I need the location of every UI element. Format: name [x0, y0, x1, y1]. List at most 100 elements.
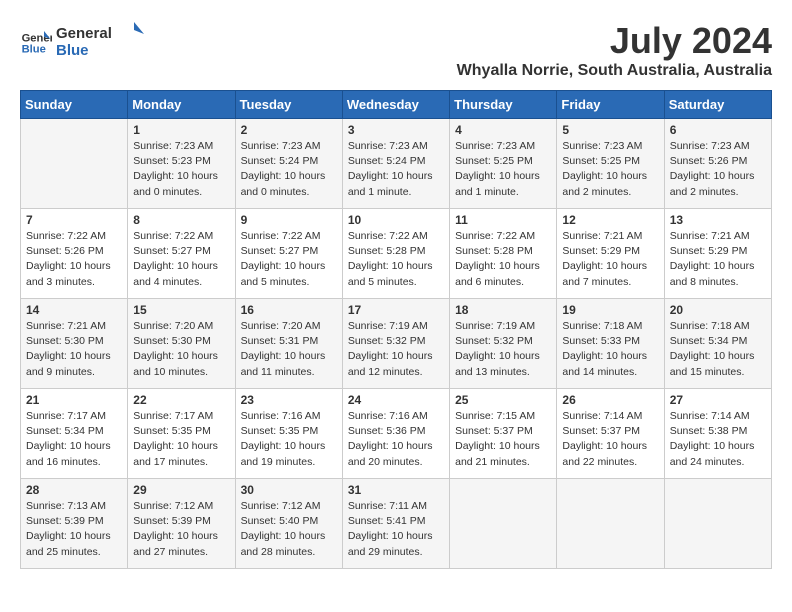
day-number: 5 [562, 123, 658, 137]
day-number: 6 [670, 123, 766, 137]
day-info: Sunrise: 7:20 AMSunset: 5:30 PMDaylight:… [133, 319, 229, 380]
calendar-cell: 29 Sunrise: 7:12 AMSunset: 5:39 PMDayligh… [128, 479, 235, 569]
calendar-cell: 1 Sunrise: 7:23 AMSunset: 5:23 PMDaylight… [128, 119, 235, 209]
day-number: 15 [133, 303, 229, 317]
day-info: Sunrise: 7:21 AMSunset: 5:29 PMDaylight:… [670, 229, 766, 290]
calendar-cell [21, 119, 128, 209]
calendar-day-header: Thursday [450, 91, 557, 119]
svg-text:Blue: Blue [56, 42, 89, 59]
calendar-cell: 10Sunrise: 7:22 AMSunset: 5:28 PMDayligh… [342, 209, 449, 299]
day-info: Sunrise: 7:12 AMSunset: 5:39 PMDaylight:… [133, 499, 229, 560]
day-number: 13 [670, 213, 766, 227]
calendar-table: SundayMondayTuesdayWednesdayThursdayFrid… [20, 90, 772, 569]
day-info: Sunrise: 7:13 AMSunset: 5:39 PMDaylight:… [26, 499, 122, 560]
calendar-week-row: 14 Sunrise: 7:21 AMSunset: 5:30 PMDayligh… [21, 299, 772, 389]
calendar-day-header: Tuesday [235, 91, 342, 119]
calendar-day-header: Monday [128, 91, 235, 119]
day-number: 28 [26, 483, 122, 497]
day-info: Sunrise: 7:19 AMSunset: 5:32 PMDaylight:… [455, 319, 551, 380]
day-info: Sunrise: 7:17 AMSunset: 5:35 PMDaylight:… [133, 409, 229, 470]
calendar-cell: 8 Sunrise: 7:22 AMSunset: 5:27 PMDaylight… [128, 209, 235, 299]
calendar-cell: 6Sunrise: 7:23 AMSunset: 5:26 PMDaylight… [664, 119, 771, 209]
day-number: 3 [348, 123, 444, 137]
day-number: 21 [26, 393, 122, 407]
subtitle: Whyalla Norrie, South Australia, Austral… [457, 62, 772, 80]
day-info: Sunrise: 7:23 AMSunset: 5:25 PMDaylight:… [455, 139, 551, 200]
day-info: Sunrise: 7:22 AMSunset: 5:26 PMDaylight:… [26, 229, 122, 290]
day-number: 26 [562, 393, 658, 407]
calendar-cell: 18Sunrise: 7:19 AMSunset: 5:32 PMDayligh… [450, 299, 557, 389]
calendar-cell: 9 Sunrise: 7:22 AMSunset: 5:27 PMDaylight… [235, 209, 342, 299]
day-info: Sunrise: 7:23 AMSunset: 5:23 PMDaylight:… [133, 139, 229, 200]
day-number: 7 [26, 213, 122, 227]
day-number: 24 [348, 393, 444, 407]
day-info: Sunrise: 7:16 AMSunset: 5:36 PMDaylight:… [348, 409, 444, 470]
day-info: Sunrise: 7:23 AMSunset: 5:24 PMDaylight:… [241, 139, 337, 200]
day-number: 2 [241, 123, 337, 137]
day-number: 23 [241, 393, 337, 407]
calendar-cell: 21Sunrise: 7:17 AMSunset: 5:34 PMDayligh… [21, 389, 128, 479]
day-number: 25 [455, 393, 551, 407]
calendar-cell: 13 Sunrise: 7:21 AMSunset: 5:29 PMDayligh… [664, 209, 771, 299]
day-number: 20 [670, 303, 766, 317]
day-number: 4 [455, 123, 551, 137]
calendar-day-header: Saturday [664, 91, 771, 119]
calendar-week-row: 1 Sunrise: 7:23 AMSunset: 5:23 PMDaylight… [21, 119, 772, 209]
calendar-cell: 2 Sunrise: 7:23 AMSunset: 5:24 PMDaylight… [235, 119, 342, 209]
day-number: 16 [241, 303, 337, 317]
day-number: 22 [133, 393, 229, 407]
calendar-day-header: Friday [557, 91, 664, 119]
calendar-cell: 25Sunrise: 7:15 AMSunset: 5:37 PMDayligh… [450, 389, 557, 479]
day-number: 11 [455, 213, 551, 227]
calendar-cell: 30 Sunrise: 7:12 AMSunset: 5:40 PMDayligh… [235, 479, 342, 569]
day-number: 30 [241, 483, 337, 497]
calendar-week-row: 7 Sunrise: 7:22 AMSunset: 5:26 PMDaylight… [21, 209, 772, 299]
calendar-week-row: 28 Sunrise: 7:13 AMSunset: 5:39 PMDayligh… [21, 479, 772, 569]
day-number: 9 [241, 213, 337, 227]
calendar-cell: 12 Sunrise: 7:21 AMSunset: 5:29 PMDayligh… [557, 209, 664, 299]
day-info: Sunrise: 7:23 AMSunset: 5:24 PMDaylight:… [348, 139, 444, 200]
day-info: Sunrise: 7:21 AMSunset: 5:29 PMDaylight:… [562, 229, 658, 290]
day-number: 8 [133, 213, 229, 227]
day-number: 14 [26, 303, 122, 317]
day-info: Sunrise: 7:14 AMSunset: 5:38 PMDaylight:… [670, 409, 766, 470]
day-info: Sunrise: 7:22 AMSunset: 5:28 PMDaylight:… [455, 229, 551, 290]
calendar-cell: 7 Sunrise: 7:22 AMSunset: 5:26 PMDaylight… [21, 209, 128, 299]
day-info: Sunrise: 7:21 AMSunset: 5:30 PMDaylight:… [26, 319, 122, 380]
day-number: 1 [133, 123, 229, 137]
calendar-cell: 27 Sunrise: 7:14 AMSunset: 5:38 PMDayligh… [664, 389, 771, 479]
title-block: July 2024 Whyalla Norrie, South Australi… [457, 20, 772, 80]
day-number: 29 [133, 483, 229, 497]
calendar-cell: 16 Sunrise: 7:20 AMSunset: 5:31 PMDayligh… [235, 299, 342, 389]
calendar-cell: 22 Sunrise: 7:17 AMSunset: 5:35 PMDayligh… [128, 389, 235, 479]
calendar-cell: 26Sunrise: 7:14 AMSunset: 5:37 PMDayligh… [557, 389, 664, 479]
calendar-cell: 31Sunrise: 7:11 AMSunset: 5:41 PMDayligh… [342, 479, 449, 569]
calendar-cell [450, 479, 557, 569]
day-info: Sunrise: 7:18 AMSunset: 5:34 PMDaylight:… [670, 319, 766, 380]
calendar-cell: 3 Sunrise: 7:23 AMSunset: 5:24 PMDaylight… [342, 119, 449, 209]
day-info: Sunrise: 7:22 AMSunset: 5:27 PMDaylight:… [133, 229, 229, 290]
day-info: Sunrise: 7:22 AMSunset: 5:27 PMDaylight:… [241, 229, 337, 290]
calendar-week-row: 21Sunrise: 7:17 AMSunset: 5:34 PMDayligh… [21, 389, 772, 479]
calendar-cell: 17Sunrise: 7:19 AMSunset: 5:32 PMDayligh… [342, 299, 449, 389]
calendar-day-header: Wednesday [342, 91, 449, 119]
logo: General Blue General Blue [20, 20, 146, 65]
calendar-header-row: SundayMondayTuesdayWednesdayThursdayFrid… [21, 91, 772, 119]
calendar-cell: 5Sunrise: 7:23 AMSunset: 5:25 PMDaylight… [557, 119, 664, 209]
svg-text:Blue: Blue [22, 43, 46, 55]
calendar-cell: 20 Sunrise: 7:18 AMSunset: 5:34 PMDayligh… [664, 299, 771, 389]
logo-text: General Blue [56, 20, 146, 65]
day-number: 12 [562, 213, 658, 227]
day-number: 27 [670, 393, 766, 407]
calendar-day-header: Sunday [21, 91, 128, 119]
calendar-cell [664, 479, 771, 569]
day-info: Sunrise: 7:12 AMSunset: 5:40 PMDaylight:… [241, 499, 337, 560]
svg-text:General: General [22, 32, 52, 44]
calendar-cell: 14 Sunrise: 7:21 AMSunset: 5:30 PMDayligh… [21, 299, 128, 389]
calendar-cell: 23Sunrise: 7:16 AMSunset: 5:35 PMDayligh… [235, 389, 342, 479]
calendar-cell: 15 Sunrise: 7:20 AMSunset: 5:30 PMDayligh… [128, 299, 235, 389]
calendar-cell: 11 Sunrise: 7:22 AMSunset: 5:28 PMDayligh… [450, 209, 557, 299]
main-title: July 2024 [457, 20, 772, 62]
day-info: Sunrise: 7:20 AMSunset: 5:31 PMDaylight:… [241, 319, 337, 380]
day-info: Sunrise: 7:22 AMSunset: 5:28 PMDaylight:… [348, 229, 444, 290]
